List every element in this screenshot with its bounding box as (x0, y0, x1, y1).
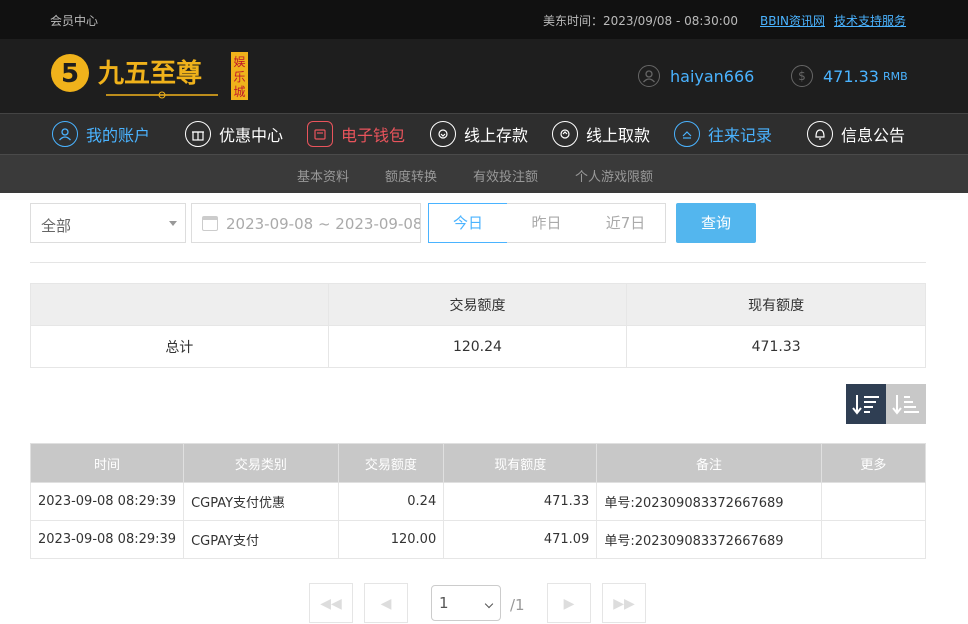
currency-label: RMB (882, 69, 908, 83)
summary-header-row: 交易额度 现有额度 (30, 283, 926, 326)
col-time: 时间 (29, 443, 185, 483)
summary-row: 总计 120.24 471.33 (30, 325, 926, 368)
date-range-input[interactable]: 2023-09-08 ~ 2023-09-08 (191, 203, 421, 243)
nav-label: 电子钱包 (341, 126, 406, 145)
site-logo[interactable]: 5 九五至尊 娱 乐 城 (50, 49, 250, 105)
date-range-value: 2023-09-08 ~ 2023-09-08 (226, 215, 421, 233)
member-center-label: 会员中心 (50, 14, 99, 28)
balance-amount: 471.33 (823, 66, 879, 86)
prev-page-icon[interactable]: ◀ (364, 583, 408, 623)
nav-transaction-records[interactable]: 往来记录 (674, 121, 772, 147)
sub-nav: 基本资料 额度转换 有效投注额 个人游戏限额 (0, 154, 968, 193)
first-page-icon[interactable]: ◀◀ (309, 583, 353, 623)
cell-time: 2023-09-08 08:29:39 (29, 520, 185, 559)
gift-icon (185, 121, 211, 147)
dollar-icon: $ (791, 65, 813, 87)
svg-text:娱: 娱 (233, 55, 245, 69)
nav-label: 线上存款 (464, 126, 529, 145)
cell-amount: 120.00 (337, 520, 445, 559)
query-button[interactable]: 查询 (676, 203, 756, 243)
nav-online-deposit[interactable]: 线上存款 (430, 121, 528, 147)
chevron-down-icon (484, 599, 494, 609)
summary-total-balance: 471.33 (626, 325, 926, 368)
summary-table: 交易额度 现有额度 总计 120.24 471.33 (30, 283, 926, 368)
summary-header-balance: 现有额度 (626, 283, 926, 326)
col-more: 更多 (820, 443, 927, 483)
summary-header-amount: 交易额度 (327, 283, 628, 326)
subnav-valid-bets[interactable]: 有效投注额 (473, 166, 538, 185)
nav-my-account[interactable]: 我的账户 (52, 121, 150, 147)
sort-descending-icon[interactable] (846, 384, 886, 424)
table-row: 2023-09-08 08:29:39 CGPAY支付优惠 0.24 471.3… (29, 482, 927, 521)
col-remark: 备注 (596, 443, 822, 483)
main-nav: 我的账户 优惠中心 电子钱包 线上存款 线上取款 往来记录 信息公告 (0, 113, 968, 154)
svg-text:城: 城 (233, 85, 245, 99)
nav-label: 我的账户 (86, 126, 151, 145)
nav-online-withdraw[interactable]: 线上取款 (552, 121, 650, 147)
bell-icon (807, 121, 833, 147)
balance-info: $ 471.33 RMB (791, 65, 908, 87)
caret-down-icon (169, 221, 177, 226)
sort-ascending-icon[interactable] (886, 384, 926, 424)
summary-header-blank (30, 283, 329, 326)
nav-label: 信息公告 (841, 126, 906, 145)
cell-remark: 单号:202309083372667689 (596, 520, 822, 559)
nav-e-wallet[interactable]: 电子钱包 (307, 121, 405, 147)
sort-buttons (846, 384, 926, 424)
nav-label: 往来记录 (708, 126, 773, 145)
records-header-row: 时间 交易类别 交易额度 现有额度 备注 更多 (29, 443, 927, 483)
user-icon (638, 65, 660, 87)
deposit-icon (430, 121, 456, 147)
divider (30, 262, 926, 263)
username: haiyan666 (670, 66, 755, 86)
table-row: 2023-09-08 08:29:39 CGPAY支付 120.00 471.0… (29, 520, 927, 559)
subnav-game-limits[interactable]: 个人游戏限额 (575, 166, 653, 185)
cell-time: 2023-09-08 08:29:39 (29, 482, 185, 521)
today-button[interactable]: 今日 (428, 203, 508, 243)
records-table: 时间 交易类别 交易额度 现有额度 备注 更多 2023-09-08 08:29… (29, 443, 927, 559)
cell-balance: 471.09 (443, 520, 598, 559)
svg-text:5: 5 (61, 59, 79, 89)
cell-balance: 471.33 (443, 482, 598, 521)
page-total: /1 (510, 596, 525, 614)
subnav-balance-transfer[interactable]: 额度转换 (385, 166, 437, 185)
nav-promotions[interactable]: 优惠中心 (185, 121, 283, 147)
next-page-icon[interactable]: ▶ (547, 583, 591, 623)
tech-support-link[interactable]: 技术支持服务 (834, 12, 906, 29)
nav-label: 优惠中心 (219, 126, 284, 145)
summary-total-label: 总计 (30, 325, 329, 368)
cell-amount: 0.24 (337, 482, 445, 521)
subnav-basic-info[interactable]: 基本资料 (297, 166, 349, 185)
nav-label: 线上取款 (586, 126, 651, 145)
calendar-icon (202, 216, 218, 231)
last-page-icon[interactable]: ▶▶ (602, 583, 646, 623)
transaction-type-select[interactable]: 全部 (30, 203, 186, 243)
top-bar: 会员中心 美东时间：2023/09/08 - 08:30:00 BBIN资讯网 … (0, 0, 968, 39)
bbin-news-link[interactable]: BBIN资讯网 (760, 12, 825, 29)
svg-text:乐: 乐 (233, 70, 245, 84)
user-info[interactable]: haiyan666 (638, 65, 754, 87)
col-type: 交易类别 (183, 443, 339, 483)
records-icon (674, 121, 700, 147)
server-time: 美东时间：2023/09/08 - 08:30:00 (543, 14, 739, 28)
wallet-icon (307, 121, 333, 147)
cell-remark: 单号:202309083372667689 (596, 482, 822, 521)
cell-type: CGPAY支付 (183, 520, 339, 559)
yesterday-button[interactable]: 昨日 (507, 203, 587, 243)
last-7-days-button[interactable]: 近7日 (586, 203, 666, 243)
nav-announcements[interactable]: 信息公告 (807, 121, 905, 147)
page-select-value: 1 (439, 594, 449, 612)
withdraw-icon (552, 121, 578, 147)
logo-text: 九五至尊 (97, 58, 202, 89)
col-balance: 现有额度 (443, 443, 598, 483)
cell-type: CGPAY支付优惠 (183, 482, 339, 521)
summary-total-amount: 120.24 (327, 325, 628, 368)
col-amount: 交易额度 (337, 443, 445, 483)
cell-more[interactable] (820, 482, 927, 521)
header: 5 九五至尊 娱 乐 城 haiyan666 $ 471.33 RMB (0, 39, 968, 113)
transaction-type-value: 全部 (41, 217, 72, 235)
user-icon (52, 121, 78, 147)
cell-more[interactable] (820, 520, 927, 559)
